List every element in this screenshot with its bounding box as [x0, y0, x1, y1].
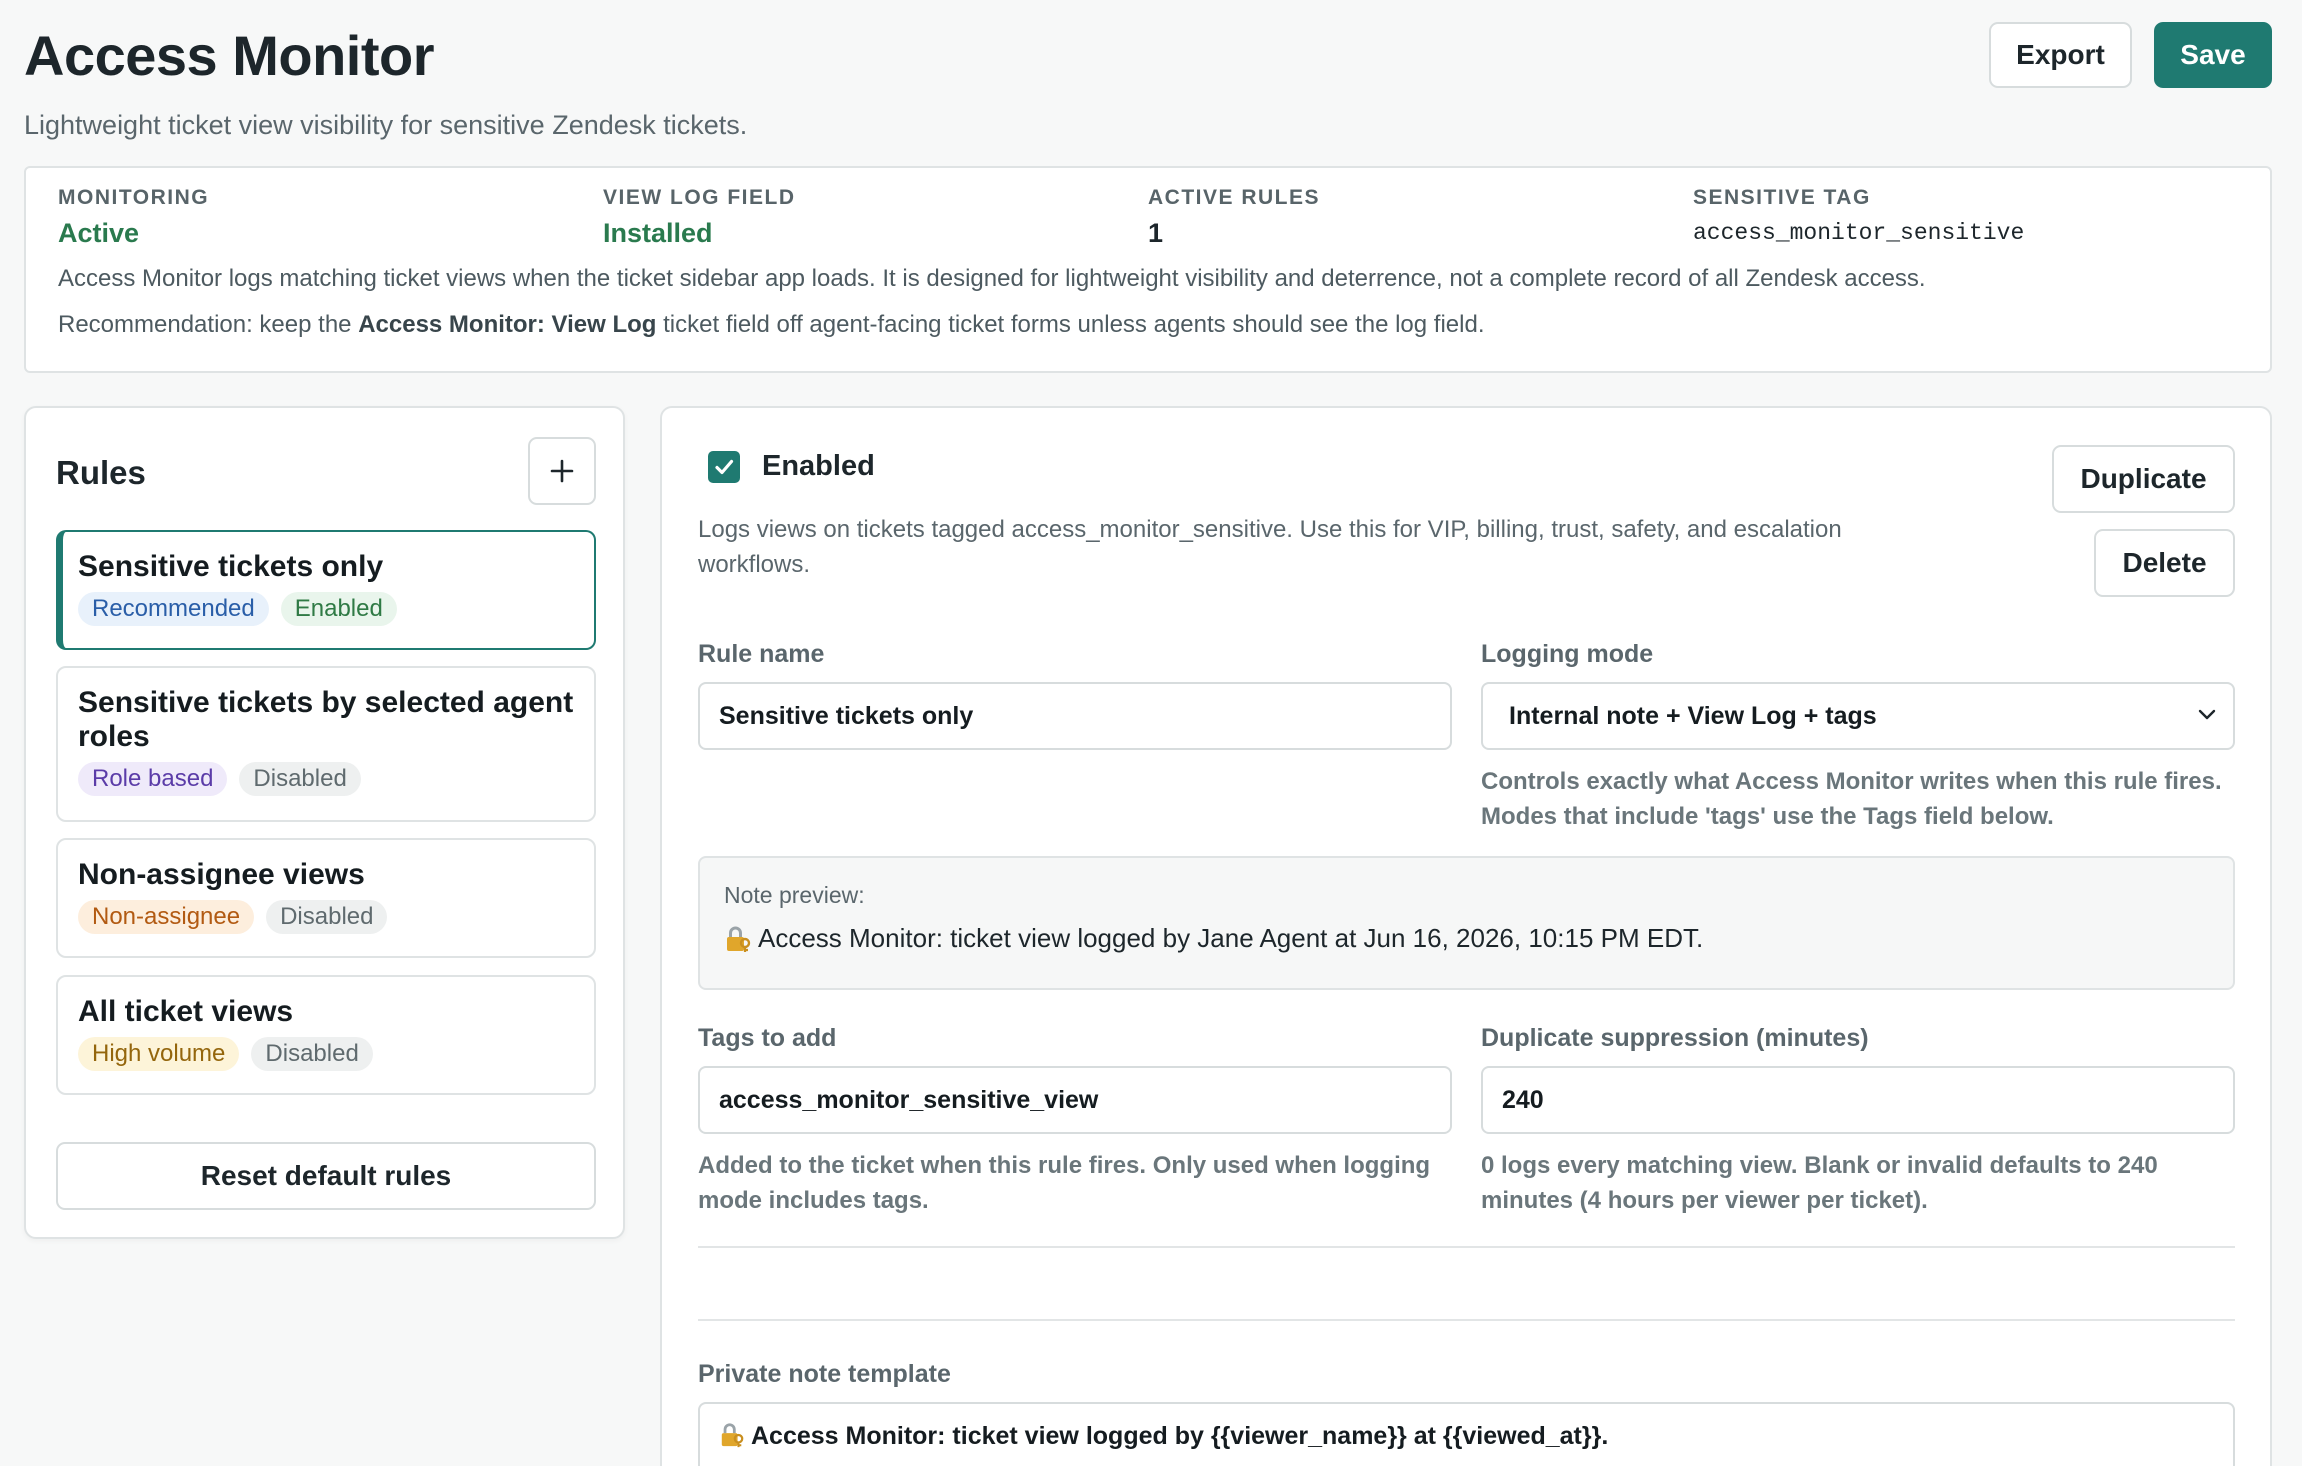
section-divider	[698, 1246, 2235, 1248]
stat-sensitive-tag: SENSITIVE TAG access_monitor_sensitive	[1693, 184, 2238, 250]
duplicate-button[interactable]: Duplicate	[2052, 445, 2235, 513]
active-rules-count: 1	[1148, 218, 1164, 248]
view-log-field-status: Installed	[603, 218, 713, 248]
rules-title: Rules	[56, 454, 146, 491]
plus-icon	[550, 459, 574, 483]
page-title: Access Monitor	[24, 24, 435, 87]
recommendation-prefix: Recommendation: keep the	[58, 311, 359, 338]
recommendation-field-name: Access Monitor: View Log	[358, 311, 657, 338]
note-template-textarea[interactable]: Access Monitor: ticket view logged by {{…	[698, 1402, 2235, 1466]
rules-panel: Rules Sensitive tickets only Recommended…	[24, 406, 625, 1239]
suppression-help: 0 logs every matching view. Blank or inv…	[1481, 1152, 2158, 1214]
logging-mode-label: Logging mode	[1481, 640, 1654, 668]
rule-name: Sensitive tickets only	[78, 550, 384, 583]
tags-help: Added to the ticket when this rule fires…	[698, 1152, 1431, 1214]
rule-item[interactable]: Sensitive tickets by selected agent role…	[56, 666, 596, 822]
rule-item[interactable]: Non-assignee views Non-assignee Disabled	[56, 838, 596, 958]
note-preview: Note preview: Access Monitor: ticket vie…	[698, 856, 2235, 990]
note-template-label: Private note template	[698, 1360, 951, 1388]
summary-card: MONITORING Active VIEW LOG FIELD Install…	[24, 166, 2272, 373]
section-divider	[698, 1319, 2235, 1321]
rule-name-label: Rule name	[698, 640, 825, 668]
enabled-label: Enabled	[762, 450, 875, 482]
rule-item[interactable]: Sensitive tickets only Recommended Enabl…	[56, 530, 596, 650]
enabled-toggle-row: Enabled	[708, 450, 875, 483]
summary-stats: MONITORING Active VIEW LOG FIELD Install…	[58, 184, 2238, 250]
delete-button[interactable]: Delete	[2094, 529, 2235, 597]
tags-input[interactable]: access_monitor_sensitive_view	[698, 1066, 1452, 1134]
tags-label: Tags to add	[698, 1024, 837, 1052]
status-badge: Disabled	[239, 762, 361, 796]
save-button[interactable]: Save	[2154, 22, 2272, 88]
rule-detail-panel: Enabled Logs views on tickets tagged acc…	[660, 406, 2272, 1466]
stat-monitoring: MONITORING Active	[58, 184, 603, 250]
high-volume-badge: High volume	[78, 1037, 240, 1071]
chevron-down-icon	[2198, 709, 2216, 720]
status-badge: Enabled	[280, 592, 397, 626]
stat-active-rules: ACTIVE RULES 1	[1148, 184, 1693, 250]
stat-label: VIEW LOG FIELD	[603, 186, 796, 209]
page-subtitle: Lightweight ticket view visibility for s…	[24, 110, 748, 140]
reset-default-rules-button[interactable]: Reset default rules	[56, 1142, 596, 1210]
rule-name-input[interactable]: Sensitive tickets only	[698, 682, 1452, 750]
rule-name: Sensitive tickets by selected agent role…	[78, 686, 574, 753]
rule-name: Non-assignee views	[78, 858, 365, 891]
logging-mode-value: Internal note + View Log + tags	[1509, 701, 1877, 730]
rule-badges: Non-assignee Disabled	[78, 900, 574, 934]
role-based-badge: Role based	[78, 762, 228, 796]
enabled-checkbox[interactable]	[708, 450, 740, 483]
recommended-badge: Recommended	[78, 592, 269, 626]
note-preview-text: Access Monitor: ticket view logged by Ja…	[758, 923, 1704, 953]
stat-label: MONITORING	[58, 186, 210, 209]
rule-name: All ticket views	[78, 995, 294, 1028]
rule-item[interactable]: All ticket views High volume Disabled	[56, 975, 596, 1095]
sensitive-tag-value: access_monitor_sensitive	[1693, 220, 2025, 246]
logging-mode-select[interactable]: Internal note + View Log + tags	[1481, 682, 2235, 750]
rule-badges: High volume Disabled	[78, 1037, 574, 1071]
note-preview-row: Access Monitor: ticket view logged by Ja…	[724, 923, 2209, 954]
lock-icon	[727, 926, 751, 952]
stat-view-log-field: VIEW LOG FIELD Installed	[603, 184, 1148, 250]
page-header: Access Monitor Lightweight ticket view v…	[24, 18, 2272, 148]
monitoring-status: Active	[58, 218, 140, 248]
suppression-input[interactable]: 240	[1481, 1066, 2235, 1134]
rule-badges: Recommended Enabled	[78, 592, 574, 626]
non-assignee-badge: Non-assignee	[78, 900, 255, 934]
stat-label: SENSITIVE TAG	[1693, 186, 1871, 209]
summary-recommendation: Recommendation: keep the Access Monitor:…	[58, 308, 2238, 342]
status-badge: Disabled	[251, 1037, 373, 1071]
stat-label: ACTIVE RULES	[1148, 186, 1321, 209]
summary-description: Access Monitor logs matching ticket view…	[58, 265, 1926, 292]
status-badge: Disabled	[266, 900, 388, 934]
header-actions: Export Save	[1989, 22, 2272, 88]
rule-description: Logs views on tickets tagged access_moni…	[698, 516, 1842, 578]
note-preview-label: Note preview:	[724, 882, 865, 908]
note-template-text: Access Monitor: ticket view logged by {{…	[751, 1422, 1609, 1450]
logging-mode-help: Controls exactly what Access Monitor wri…	[1481, 768, 2222, 830]
rule-badges: Role based Disabled	[78, 762, 574, 796]
recommendation-suffix: ticket field off agent-facing ticket for…	[656, 311, 1485, 338]
suppression-label: Duplicate suppression (minutes)	[1481, 1024, 1869, 1052]
export-button[interactable]: Export	[1989, 22, 2132, 88]
lock-icon	[721, 1423, 744, 1448]
checkmark-icon	[715, 459, 734, 474]
add-rule-button[interactable]	[528, 437, 596, 505]
